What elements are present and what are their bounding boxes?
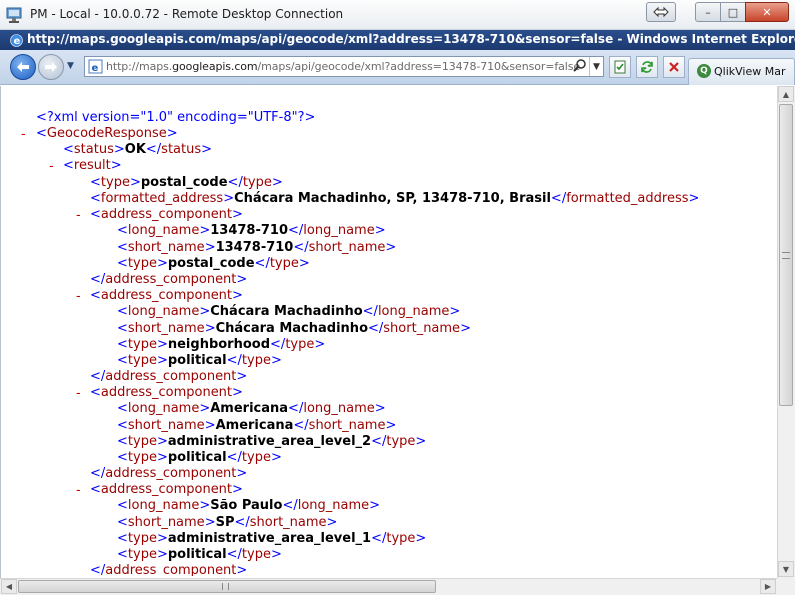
tab-label[interactable]: QlikView Mar — [714, 65, 794, 78]
xml-type: <type>administrative_area_level_1</type> — [117, 531, 427, 546]
xml-component-open: <address_component> — [90, 385, 243, 400]
compatibility-view-icon — [614, 60, 626, 74]
address-url[interactable]: http://maps.googleapis.com/maps/api/geoc… — [106, 60, 580, 73]
collapse-toggle-component-2[interactable]: - — [76, 289, 81, 304]
remote-desktop-icon — [6, 7, 22, 23]
back-arrow-icon — [17, 62, 29, 72]
minimize-button[interactable]: – — [695, 2, 721, 22]
url-domain: googleapis.com — [172, 60, 258, 73]
restore-icon — [653, 6, 669, 18]
search-icon[interactable] — [572, 58, 588, 74]
xml-type: <type>neighborhood</type> — [117, 337, 326, 352]
collapse-toggle-component-4[interactable]: - — [76, 483, 81, 498]
forward-button[interactable] — [38, 54, 64, 80]
close-icon: ✕ — [762, 5, 772, 19]
xml-short-name: <short_name>SP</short_name> — [117, 515, 338, 530]
scroll-down-arrow-icon[interactable]: ▼ — [778, 561, 794, 577]
maximize-icon: □ — [727, 5, 739, 19]
collapse-toggle-component-1[interactable]: - — [76, 208, 81, 223]
scroll-right-arrow-icon[interactable]: ▶ — [760, 579, 776, 594]
xml-type: <type>administrative_area_level_2</type> — [117, 434, 427, 449]
svg-text:e: e — [92, 63, 99, 74]
refresh-icon — [641, 61, 653, 73]
scrollbar-corner — [777, 578, 795, 595]
stop-icon — [669, 62, 679, 72]
xml-long-name: <long_name>São Paulo</long_name> — [117, 498, 381, 513]
maximize-button[interactable]: □ — [720, 2, 746, 22]
recent-pages-dropdown[interactable]: ▼ — [67, 61, 79, 71]
collapse-toggle-component-3[interactable]: - — [76, 386, 81, 401]
xml-component-close: </address_component> — [90, 466, 248, 481]
refresh-button[interactable] — [636, 56, 658, 78]
xml-root-open: <GeocodeResponse> — [36, 126, 178, 141]
scroll-left-arrow-icon[interactable]: ◀ — [1, 579, 17, 594]
collapse-toggle-result[interactable]: - — [49, 159, 54, 174]
xml-component-close: </address_component> — [90, 272, 248, 287]
qlikview-icon: Q — [697, 64, 711, 78]
restore-button[interactable] — [646, 2, 676, 22]
ie-window-title: http://maps.googleapis.com/maps/api/geoc… — [27, 32, 795, 46]
xml-component-open: <address_component> — [90, 207, 243, 222]
xml-long-name: <long_name>13478-710</long_name> — [117, 223, 386, 238]
xml-component-close: </address_component> — [90, 369, 248, 384]
stop-button[interactable] — [663, 56, 685, 78]
close-button[interactable]: ✕ — [745, 2, 789, 22]
xml-result-type: <type>postal_code</type> — [90, 175, 283, 190]
xml-short-name: <short_name>13478-710</short_name> — [117, 240, 397, 255]
back-button[interactable] — [10, 54, 36, 80]
xml-component-open: <address_component> — [90, 482, 243, 497]
url-path: /maps/api/geocode/xml?address=13478-710&… — [257, 60, 581, 73]
xml-type: <type>political</type> — [117, 450, 282, 465]
page-icon: e — [88, 59, 103, 74]
scroll-grip-icon — [222, 583, 229, 590]
rdp-window-title: PM - Local - 10.0.0.72 - Remote Desktop … — [30, 7, 344, 21]
scroll-up-arrow-icon[interactable]: ▲ — [778, 86, 794, 102]
xml-type: <type>political</type> — [117, 353, 282, 368]
scroll-grip-icon — [782, 252, 790, 259]
xml-type: <type>political</type> — [117, 547, 282, 562]
internet-explorer-icon: e — [10, 34, 23, 47]
xml-result-open: <result> — [63, 158, 122, 173]
forward-arrow-icon — [45, 62, 57, 72]
xml-declaration: <?xml version="1.0" encoding="UTF-8"?> — [36, 110, 316, 125]
xml-formatted-address: <formatted_address>Chácara Machadinho, S… — [90, 191, 700, 206]
address-dropdown[interactable]: ▼ — [589, 57, 603, 76]
collapse-toggle-root[interactable]: - — [21, 127, 26, 142]
minimize-icon: – — [705, 5, 711, 19]
xml-short-name: <short_name>Americana</short_name> — [117, 418, 397, 433]
xml-long-name: <long_name>Americana</long_name> — [117, 401, 386, 416]
xml-long-name: <long_name>Chácara Machadinho</long_name… — [117, 304, 461, 319]
xml-status: <status>OK</status> — [63, 142, 213, 157]
compatibility-view-button[interactable] — [609, 56, 631, 78]
url-prefix: http://maps. — [106, 60, 173, 73]
svg-text:e: e — [14, 36, 21, 47]
xml-component-close: </address_component> — [90, 563, 248, 576]
xml-component-open: <address_component> — [90, 288, 243, 303]
xml-short-name: <short_name>Chácara Machadinho</short_na… — [117, 321, 471, 336]
xml-type: <type>postal_code</type> — [117, 256, 310, 271]
